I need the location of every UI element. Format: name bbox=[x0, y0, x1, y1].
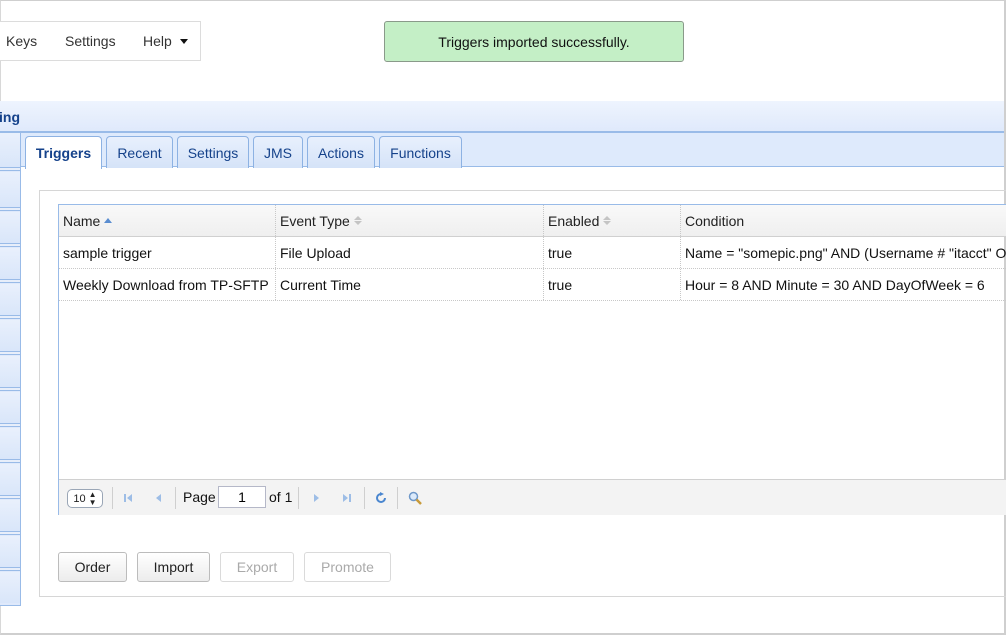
left-nav-divider bbox=[0, 567, 20, 571]
success-toast: Triggers imported successfully. bbox=[384, 21, 684, 62]
tab-jms[interactable]: JMS bbox=[253, 136, 303, 168]
pager-separator bbox=[298, 487, 299, 509]
grid-pager: 10 ▲▼ Page of 1 bbox=[59, 479, 1006, 515]
page-count-label: of 1 bbox=[269, 489, 293, 505]
sort-icon bbox=[603, 216, 612, 225]
left-nav-divider bbox=[0, 207, 20, 211]
page-size-value: 10 bbox=[73, 492, 86, 505]
left-nav-divider bbox=[0, 423, 20, 427]
tab-triggers[interactable]: Triggers bbox=[25, 136, 102, 169]
tab-settings[interactable]: Settings bbox=[177, 136, 249, 168]
left-nav-cell[interactable] bbox=[0, 284, 20, 315]
menu-item-settings[interactable]: Settings bbox=[65, 33, 116, 49]
left-nav-cell[interactable] bbox=[0, 356, 20, 387]
last-page-icon[interactable] bbox=[338, 489, 356, 507]
order-button-label: Order bbox=[74, 559, 111, 575]
tab-label: Functions bbox=[390, 144, 451, 161]
menu-item-help-label: Help bbox=[143, 33, 172, 49]
cell-event-type: Current Time bbox=[276, 269, 544, 300]
top-menu-bar: Keys Settings Help bbox=[0, 21, 201, 61]
tab-label: JMS bbox=[264, 144, 292, 161]
current-page-input[interactable] bbox=[218, 486, 266, 508]
left-nav-cell[interactable] bbox=[0, 392, 20, 423]
left-nav-divider bbox=[0, 167, 20, 171]
export-button[interactable]: Export bbox=[220, 552, 294, 582]
left-nav-cell[interactable] bbox=[0, 536, 20, 567]
grid-header: Name Event Type Enabled Condition bbox=[59, 205, 1006, 237]
cell-name: Weekly Download from TP-SFTP bbox=[59, 269, 276, 300]
pager-separator bbox=[112, 487, 113, 509]
left-nav-divider bbox=[0, 495, 20, 499]
left-nav-divider bbox=[0, 315, 20, 319]
pager-separator bbox=[364, 487, 365, 509]
cell-condition: Name = "somepic.png" AND (Username # "it… bbox=[685, 244, 1006, 261]
up-down-arrows-icon: ▲ ▼ bbox=[88, 489, 97, 507]
cell-condition: Hour = 8 AND Minute = 30 AND DayOfWeek =… bbox=[685, 276, 985, 293]
panel-title-bar: ing bbox=[0, 101, 1004, 132]
column-header-event-type[interactable]: Event Type bbox=[276, 205, 544, 236]
toast-message: Triggers imported successfully. bbox=[438, 33, 630, 50]
left-nav-cell[interactable] bbox=[0, 133, 20, 167]
column-header-label: Enabled bbox=[548, 212, 600, 229]
left-nav-column bbox=[0, 131, 21, 606]
menu-item-keys[interactable]: Keys bbox=[6, 33, 37, 49]
first-page-icon[interactable] bbox=[119, 489, 137, 507]
left-nav-divider bbox=[0, 387, 20, 391]
menu-item-help[interactable]: Help bbox=[143, 33, 188, 49]
left-nav-divider bbox=[0, 351, 20, 355]
tab-actions[interactable]: Actions bbox=[307, 136, 375, 168]
tab-label: Recent bbox=[117, 144, 162, 161]
triggers-grid: Name Event Type Enabled Condition sample… bbox=[58, 204, 1006, 515]
left-nav-cell[interactable] bbox=[0, 572, 20, 603]
search-icon[interactable] bbox=[406, 489, 424, 507]
next-page-icon[interactable] bbox=[308, 489, 326, 507]
caret-down-icon bbox=[179, 39, 188, 44]
table-row[interactable]: Weekly Download from TP-SFTP Current Tim… bbox=[59, 269, 1006, 301]
left-nav-cell[interactable] bbox=[0, 212, 20, 243]
column-header-name[interactable]: Name bbox=[59, 205, 276, 236]
column-header-enabled[interactable]: Enabled bbox=[544, 205, 681, 236]
cell-enabled: true bbox=[544, 237, 681, 268]
column-header-label: Event Type bbox=[280, 212, 350, 229]
sort-icon bbox=[353, 216, 362, 225]
left-nav-cell[interactable] bbox=[0, 320, 20, 351]
import-button-label: Import bbox=[153, 559, 194, 575]
cell-enabled: true bbox=[544, 269, 681, 300]
column-header-label: Condition bbox=[685, 212, 745, 229]
column-header-condition[interactable]: Condition bbox=[681, 205, 1006, 236]
import-button[interactable]: Import bbox=[137, 552, 210, 582]
order-button[interactable]: Order bbox=[58, 552, 127, 582]
tab-strip: Triggers Recent Settings JMS Actions Fun… bbox=[21, 131, 1004, 169]
page-label: Page bbox=[183, 489, 216, 505]
left-nav-divider bbox=[0, 531, 20, 535]
tab-recent[interactable]: Recent bbox=[106, 136, 173, 168]
left-nav-cell[interactable] bbox=[0, 428, 20, 459]
promote-button[interactable]: Promote bbox=[304, 552, 391, 582]
tab-label: Actions bbox=[318, 144, 364, 161]
table-row[interactable]: sample trigger File Upload true Name = "… bbox=[59, 237, 1006, 269]
left-nav-cell[interactable] bbox=[0, 500, 20, 531]
left-nav-divider bbox=[0, 243, 20, 247]
column-header-label: Name bbox=[63, 212, 101, 229]
tab-label: Triggers bbox=[35, 145, 92, 161]
left-nav-cell[interactable] bbox=[0, 172, 20, 207]
left-nav-divider bbox=[0, 279, 20, 283]
export-button-label: Export bbox=[236, 559, 278, 575]
pager-separator bbox=[397, 487, 398, 509]
tab-label: Settings bbox=[187, 144, 239, 161]
sort-ascending-icon bbox=[104, 218, 113, 223]
cell-event-type: File Upload bbox=[276, 237, 544, 268]
pager-separator bbox=[175, 487, 176, 509]
left-nav-divider bbox=[0, 459, 20, 463]
refresh-icon[interactable] bbox=[372, 489, 390, 507]
cell-name: sample trigger bbox=[59, 237, 276, 268]
tab-functions[interactable]: Functions bbox=[379, 136, 462, 168]
promote-button-label: Promote bbox=[321, 559, 374, 575]
left-nav-cell[interactable] bbox=[0, 464, 20, 495]
left-nav-cell[interactable] bbox=[0, 248, 20, 279]
previous-page-icon[interactable] bbox=[149, 489, 167, 507]
page-size-select[interactable]: 10 ▲ ▼ bbox=[67, 489, 103, 508]
panel-title: ing bbox=[0, 108, 20, 125]
